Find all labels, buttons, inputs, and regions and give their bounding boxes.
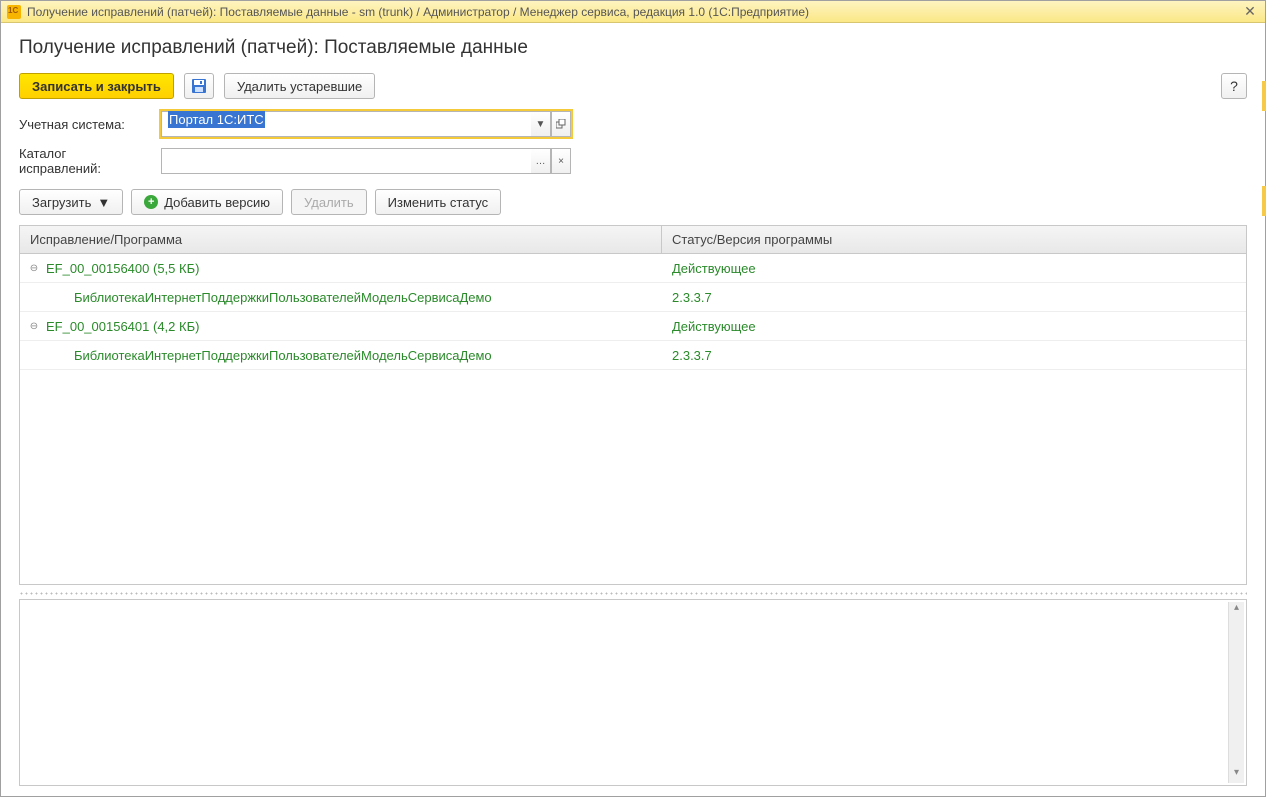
table-header: Исправление/Программа Статус/Версия прог… — [20, 226, 1246, 254]
delete-label: Удалить — [304, 195, 354, 210]
save-button[interactable] — [184, 73, 214, 99]
patch-name: EF_00_00156400 (5,5 КБ) — [46, 261, 199, 276]
catalog-label: Каталог исправлений: — [19, 146, 151, 176]
change-status-label: Изменить статус — [388, 195, 488, 210]
collapse-icon[interactable]: ⊖ — [28, 320, 40, 332]
table-row[interactable]: ⊖ EF_00_00156400 (5,5 КБ) Действующее — [20, 254, 1246, 283]
change-status-button[interactable]: Изменить статус — [375, 189, 501, 215]
scroll-down-icon[interactable]: ▾ — [1229, 767, 1244, 783]
expand-icon — [556, 119, 566, 129]
program-version: 2.3.3.7 — [662, 348, 1246, 363]
program-name: БиблиотекаИнтернетПоддержкиПользователей… — [74, 290, 492, 305]
accounting-system-row: Учетная система: Портал 1С:ИТС ▼ — [19, 111, 1247, 137]
browse-icon[interactable]: … — [531, 148, 551, 174]
save-and-close-label: Записать и закрыть — [32, 79, 161, 94]
table-row[interactable]: БиблиотекаИнтернетПоддержкиПользователей… — [20, 283, 1246, 312]
delete-obsolete-button[interactable]: Удалить устаревшие — [224, 73, 375, 99]
accounting-system-value: Портал 1С:ИТС — [168, 111, 265, 128]
col-status-header[interactable]: Статус/Версия программы — [662, 232, 1246, 247]
accounting-system-label: Учетная система: — [19, 117, 151, 132]
splitter-handle[interactable] — [19, 591, 1247, 597]
program-version: 2.3.3.7 — [662, 290, 1246, 305]
clear-icon[interactable]: × — [551, 148, 571, 174]
load-label: Загрузить — [32, 195, 91, 210]
dropdown-icon[interactable]: ▼ — [531, 111, 551, 137]
save-and-close-button[interactable]: Записать и закрыть — [19, 73, 174, 99]
app-icon — [7, 5, 21, 19]
chevron-down-icon: ▼ — [97, 195, 110, 210]
catalog-row: Каталог исправлений: … × — [19, 146, 1247, 176]
content-area: Получение исправлений (патчей): Поставля… — [1, 23, 1265, 796]
delete-button[interactable]: Удалить — [291, 189, 367, 215]
add-version-button[interactable]: + Добавить версию — [131, 189, 283, 215]
patches-table: Исправление/Программа Статус/Версия прог… — [19, 225, 1247, 585]
table-toolbar: Загрузить ▼ + Добавить версию Удалить Из… — [19, 189, 1247, 215]
plus-icon: + — [144, 195, 158, 209]
col-patch-header[interactable]: Исправление/Программа — [20, 226, 662, 253]
titlebar: Получение исправлений (патчей): Поставля… — [1, 1, 1265, 23]
table-row[interactable]: ⊖ EF_00_00156401 (4,2 КБ) Действующее — [20, 312, 1246, 341]
edge-marker — [1262, 186, 1266, 216]
program-name: БиблиотекаИнтернетПоддержкиПользователей… — [74, 348, 492, 363]
patch-status: Действующее — [662, 261, 1246, 276]
patch-status: Действующее — [662, 319, 1246, 334]
table-row[interactable]: БиблиотекаИнтернетПоддержкиПользователей… — [20, 341, 1246, 370]
add-version-label: Добавить версию — [164, 195, 270, 210]
catalog-field[interactable]: … × — [161, 148, 571, 174]
floppy-icon — [191, 78, 207, 94]
page-title: Получение исправлений (патчей): Поставля… — [19, 37, 1247, 59]
accounting-system-input[interactable]: Портал 1С:ИТС — [161, 111, 531, 137]
open-icon[interactable] — [551, 111, 571, 137]
window-title: Получение исправлений (патчей): Поставля… — [27, 5, 1241, 19]
table-body[interactable]: ⊖ EF_00_00156400 (5,5 КБ) Действующее Би… — [20, 254, 1246, 584]
help-label: ? — [1230, 78, 1238, 94]
delete-obsolete-label: Удалить устаревшие — [237, 79, 362, 94]
main-toolbar: Записать и закрыть Удалить устаревшие ? — [19, 73, 1247, 99]
accounting-system-field[interactable]: Портал 1С:ИТС ▼ — [161, 111, 571, 137]
patch-name: EF_00_00156401 (4,2 КБ) — [46, 319, 199, 334]
edge-marker — [1262, 81, 1266, 111]
help-button[interactable]: ? — [1221, 73, 1247, 99]
catalog-input[interactable] — [161, 148, 531, 174]
log-panel[interactable]: ▴ ▾ — [19, 599, 1247, 786]
log-scrollbar[interactable]: ▴ ▾ — [1228, 602, 1244, 783]
app-window: Получение исправлений (патчей): Поставля… — [0, 0, 1266, 797]
close-icon[interactable]: ✕ — [1241, 4, 1259, 20]
collapse-icon[interactable]: ⊖ — [28, 262, 40, 274]
scroll-up-icon[interactable]: ▴ — [1229, 602, 1244, 618]
load-button[interactable]: Загрузить ▼ — [19, 189, 123, 215]
